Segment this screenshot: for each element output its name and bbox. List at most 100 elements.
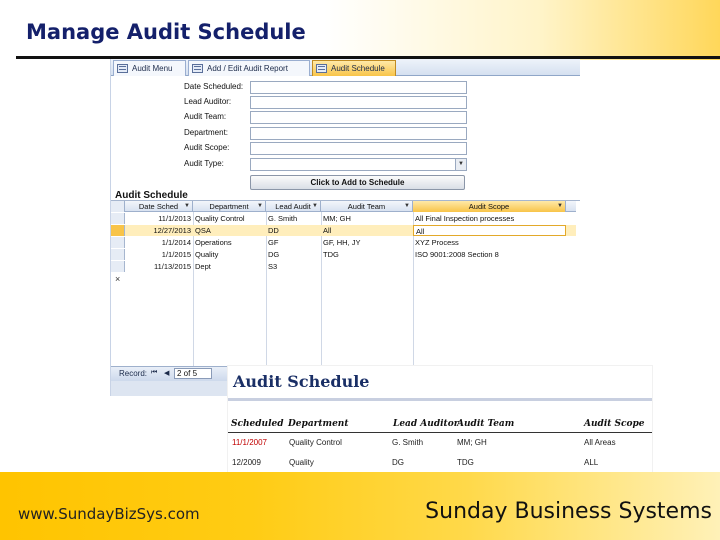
cell-department[interactable]: Operations xyxy=(193,237,266,248)
row-selector[interactable] xyxy=(111,237,125,248)
audit-scope-input[interactable] xyxy=(250,142,467,155)
slide-footer: www.SundayBizSys.com Sunday Business Sys… xyxy=(0,472,720,540)
cell-audit-team[interactable]: GF, HH, JY xyxy=(321,237,413,248)
slide-header: Manage Audit Schedule xyxy=(0,0,720,60)
cell-lead-auditor[interactable]: GF xyxy=(266,237,321,248)
cell-audit-scope-active[interactable]: All xyxy=(413,225,566,236)
report-cell-audit-team: MM; GH xyxy=(457,438,487,447)
status-strip xyxy=(111,381,231,396)
field-row-audit-scope: Audit Scope: xyxy=(184,142,474,155)
table-row[interactable]: 1/1/2015 Quality DG TDG ISO 9001:2008 Se… xyxy=(111,249,576,260)
add-to-schedule-button[interactable]: Click to Add to Schedule xyxy=(250,175,465,190)
cell-lead-auditor[interactable]: DG xyxy=(266,249,321,260)
audit-scope-label: Audit Scope: xyxy=(184,143,230,152)
field-row-lead-auditor: Lead Auditor: xyxy=(184,96,474,109)
tab-label: Audit Menu xyxy=(132,64,173,73)
cell-audit-team[interactable] xyxy=(321,261,413,272)
record-number-input[interactable]: 2 of 5 xyxy=(174,368,212,379)
report-cell-lead-auditor: DG xyxy=(392,458,404,467)
audit-type-select[interactable]: ▼ xyxy=(250,158,467,171)
cell-lead-auditor[interactable]: DD xyxy=(266,225,321,236)
cell-date[interactable]: 11/1/2013 xyxy=(125,213,193,224)
column-header-lead-auditor[interactable]: Lead Audit ▼ xyxy=(266,201,321,212)
table-row[interactable]: 12/27/2013 QSA DD All All xyxy=(111,225,576,236)
column-label: Lead Audit xyxy=(275,202,311,211)
report-title: Audit Schedule xyxy=(233,372,370,391)
department-label: Department: xyxy=(184,128,229,137)
report-cell-audit-scope: All Areas xyxy=(584,438,616,447)
cell-audit-scope[interactable] xyxy=(413,261,566,272)
cell-audit-scope[interactable]: XYZ Process xyxy=(413,237,566,248)
tab-audit-menu[interactable]: Audit Menu xyxy=(113,60,186,76)
document-tab-strip: Audit Menu Add / Edit Audit Report Audit… xyxy=(111,59,580,76)
field-row-date-scheduled: Date Scheduled: xyxy=(184,81,474,94)
chevron-down-icon[interactable]: ▼ xyxy=(557,201,563,212)
cell-date[interactable]: 11/13/2015 xyxy=(125,261,193,272)
audit-schedule-report: Audit Schedule Scheduled Department Lead… xyxy=(228,366,652,472)
lead-auditor-input[interactable] xyxy=(250,96,467,109)
cell-lead-auditor[interactable]: S3 xyxy=(266,261,321,272)
report-header-audit-scope: Audit Scope xyxy=(584,419,645,429)
cell-audit-team[interactable]: TDG xyxy=(321,249,413,260)
form-icon xyxy=(117,64,128,73)
form-icon xyxy=(192,64,203,73)
field-row-audit-type: Audit Type: ▼ xyxy=(184,158,474,171)
tab-audit-schedule[interactable]: Audit Schedule xyxy=(312,60,396,76)
cell-department[interactable]: QSA xyxy=(193,225,266,236)
row-selector[interactable] xyxy=(111,213,125,224)
chevron-down-icon[interactable]: ▼ xyxy=(312,201,318,212)
column-header-audit-team[interactable]: Audit Team ▼ xyxy=(321,201,413,212)
chevron-down-icon[interactable]: ▼ xyxy=(404,201,410,212)
row-selector[interactable] xyxy=(111,249,125,260)
cell-audit-team[interactable]: All xyxy=(321,225,413,236)
new-record-marker[interactable]: × xyxy=(115,274,120,284)
cell-date[interactable]: 1/1/2015 xyxy=(125,249,193,260)
table-row[interactable]: 11/1/2013 Quality Control G. Smith MM; G… xyxy=(111,213,576,224)
cell-department[interactable]: Quality Control xyxy=(193,213,266,224)
report-header-scheduled: Scheduled xyxy=(231,419,284,429)
audit-team-label: Audit Team: xyxy=(184,112,227,121)
table-row[interactable]: 11/13/2015 Dept S3 xyxy=(111,261,576,272)
previous-record-icon[interactable]: ◀ xyxy=(164,369,169,377)
report-cell-department: Quality Control xyxy=(289,438,342,447)
report-cell-scheduled: 11/1/2007 xyxy=(232,438,267,447)
column-header-audit-scope[interactable]: Audit Scope ▼ xyxy=(413,201,566,212)
form-icon xyxy=(316,64,327,73)
chevron-down-icon[interactable]: ▼ xyxy=(257,201,263,212)
tab-label: Add / Edit Audit Report xyxy=(207,64,288,73)
row-selector[interactable] xyxy=(111,261,125,272)
report-title-rule xyxy=(228,398,652,401)
row-selector[interactable] xyxy=(111,225,125,236)
column-label: Department xyxy=(209,202,249,211)
cell-lead-auditor[interactable]: G. Smith xyxy=(266,213,321,224)
tab-add-edit-audit-report[interactable]: Add / Edit Audit Report xyxy=(188,60,310,76)
cell-audit-team[interactable]: MM; GH xyxy=(321,213,413,224)
cell-audit-scope[interactable]: All Final Inspection processes xyxy=(413,213,566,224)
cell-department[interactable]: Quality xyxy=(193,249,266,260)
column-label: Audit Team xyxy=(347,202,386,211)
column-header-department[interactable]: Department ▼ xyxy=(193,201,266,212)
footer-url: www.SundayBizSys.com xyxy=(18,505,200,523)
column-header-date-scheduled[interactable]: Date Sched ▼ xyxy=(125,201,193,212)
record-label: Record: xyxy=(119,369,148,378)
column-label: Audit Scope xyxy=(468,202,510,211)
audit-team-input[interactable] xyxy=(250,111,467,124)
report-header-rule xyxy=(228,432,652,433)
report-cell-audit-scope: ALL xyxy=(584,458,599,467)
cell-date[interactable]: 1/1/2014 xyxy=(125,237,193,248)
department-input[interactable] xyxy=(250,127,467,140)
date-scheduled-input[interactable] xyxy=(250,81,467,94)
report-cell-audit-team: TDG xyxy=(457,458,474,467)
cell-audit-scope[interactable]: ISO 9001:2008 Section 8 xyxy=(413,249,566,260)
table-row[interactable]: 1/1/2014 Operations GF GF, HH, JY XYZ Pr… xyxy=(111,237,576,248)
chevron-down-icon[interactable]: ▼ xyxy=(184,201,190,212)
chevron-down-icon[interactable]: ▼ xyxy=(455,159,466,170)
cell-department[interactable]: Dept xyxy=(193,261,266,272)
cell-date[interactable]: 12/27/2013 xyxy=(125,225,193,236)
select-all-corner[interactable] xyxy=(111,201,125,212)
audit-type-label: Audit Type: xyxy=(184,159,224,168)
report-header-lead-auditor: Lead Auditor xyxy=(393,419,459,429)
first-record-icon[interactable]: ⏮ xyxy=(151,369,157,377)
report-cell-scheduled: 12/2009 xyxy=(232,458,261,467)
report-cell-department: Quality xyxy=(289,458,314,467)
